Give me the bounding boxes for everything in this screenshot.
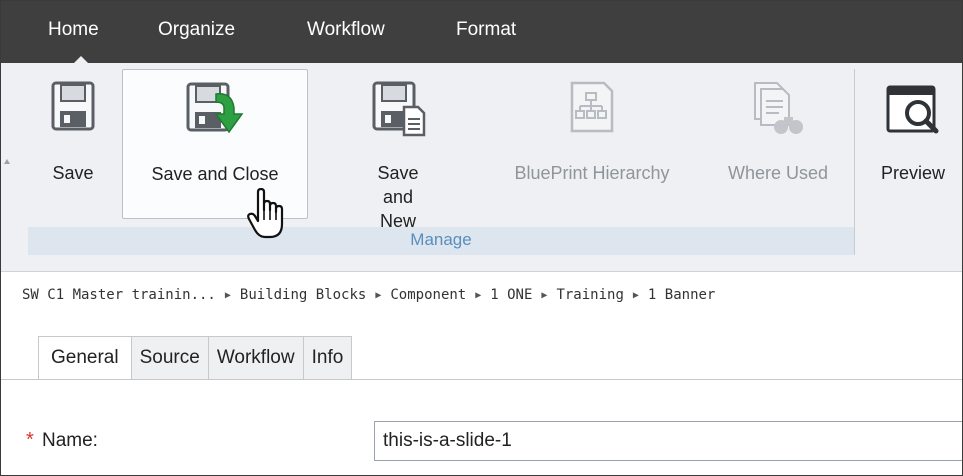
active-tab-indicator bbox=[74, 56, 88, 63]
chevron-right-icon: ▶ bbox=[224, 290, 231, 301]
save-and-new-button[interactable]: Save and New bbox=[328, 69, 468, 231]
ribbon-scroll-left[interactable] bbox=[3, 69, 11, 259]
breadcrumb-item[interactable]: Component bbox=[390, 287, 466, 303]
save-label: Save bbox=[52, 163, 94, 183]
tab-general[interactable]: General bbox=[38, 336, 132, 379]
preview-label: Preview bbox=[880, 163, 946, 183]
breadcrumb-item[interactable]: Building Blocks bbox=[240, 287, 366, 303]
save-button[interactable]: Save bbox=[37, 69, 109, 219]
group-label: Manage bbox=[410, 230, 472, 249]
blueprint-hierarchy-label: BluePrint Hierarchy bbox=[514, 163, 670, 183]
hierarchy-icon bbox=[566, 79, 618, 140]
required-marker: * bbox=[26, 429, 34, 451]
floppy-disk-icon bbox=[49, 79, 97, 138]
save-and-close-label: Save and Close bbox=[151, 164, 279, 184]
tab-workflow[interactable]: Workflow bbox=[207, 336, 304, 379]
breadcrumb: SW C1 Master trainin... ▶ Building Blocks ▶… bbox=[22, 287, 715, 303]
save-and-new-label: Save and New bbox=[377, 163, 419, 231]
floppy-disk-arrow-icon bbox=[182, 80, 248, 145]
chevron-right-icon: ▶ bbox=[632, 290, 639, 301]
floppy-disk-document-icon bbox=[368, 79, 428, 142]
where-used-label: Where Used bbox=[727, 163, 829, 183]
where-used-button[interactable]: Where Used bbox=[709, 69, 847, 219]
breadcrumb-item[interactable]: 1 Banner bbox=[648, 287, 715, 303]
name-field[interactable] bbox=[374, 421, 962, 461]
menu-bar: Home Organize Workflow Format bbox=[1, 1, 962, 63]
hand-pointer-cursor-icon bbox=[246, 187, 286, 245]
menu-tab-format[interactable]: Format bbox=[456, 19, 516, 41]
scroll-up-arrow-icon bbox=[4, 159, 10, 164]
ribbon-group-manage: Manage bbox=[28, 227, 854, 255]
menu-tab-home[interactable]: Home bbox=[48, 19, 99, 41]
tab-strip: General Source Workflow Info bbox=[38, 336, 353, 380]
blueprint-hierarchy-button[interactable]: BluePrint Hierarchy bbox=[481, 69, 703, 219]
preview-button[interactable]: Preview bbox=[865, 69, 961, 219]
breadcrumb-item[interactable]: SW C1 Master trainin... bbox=[22, 287, 216, 303]
breadcrumb-item[interactable]: Training bbox=[556, 287, 623, 303]
preview-magnifier-icon bbox=[884, 79, 942, 142]
tab-source[interactable]: Source bbox=[130, 336, 209, 379]
binoculars-document-icon bbox=[751, 79, 805, 142]
menu-tab-workflow[interactable]: Workflow bbox=[307, 19, 385, 41]
breadcrumb-item[interactable]: 1 ONE bbox=[490, 287, 532, 303]
tab-info[interactable]: Info bbox=[302, 336, 353, 379]
name-label: Name: bbox=[42, 430, 98, 451]
chevron-right-icon: ▶ bbox=[475, 290, 482, 301]
chevron-right-icon: ▶ bbox=[541, 290, 548, 301]
menu-tab-organize[interactable]: Organize bbox=[158, 19, 235, 41]
ribbon-group-divider bbox=[854, 69, 855, 255]
app-window: Home Organize Workflow Format Save Save … bbox=[0, 0, 963, 476]
chevron-right-icon: ▶ bbox=[375, 290, 382, 301]
